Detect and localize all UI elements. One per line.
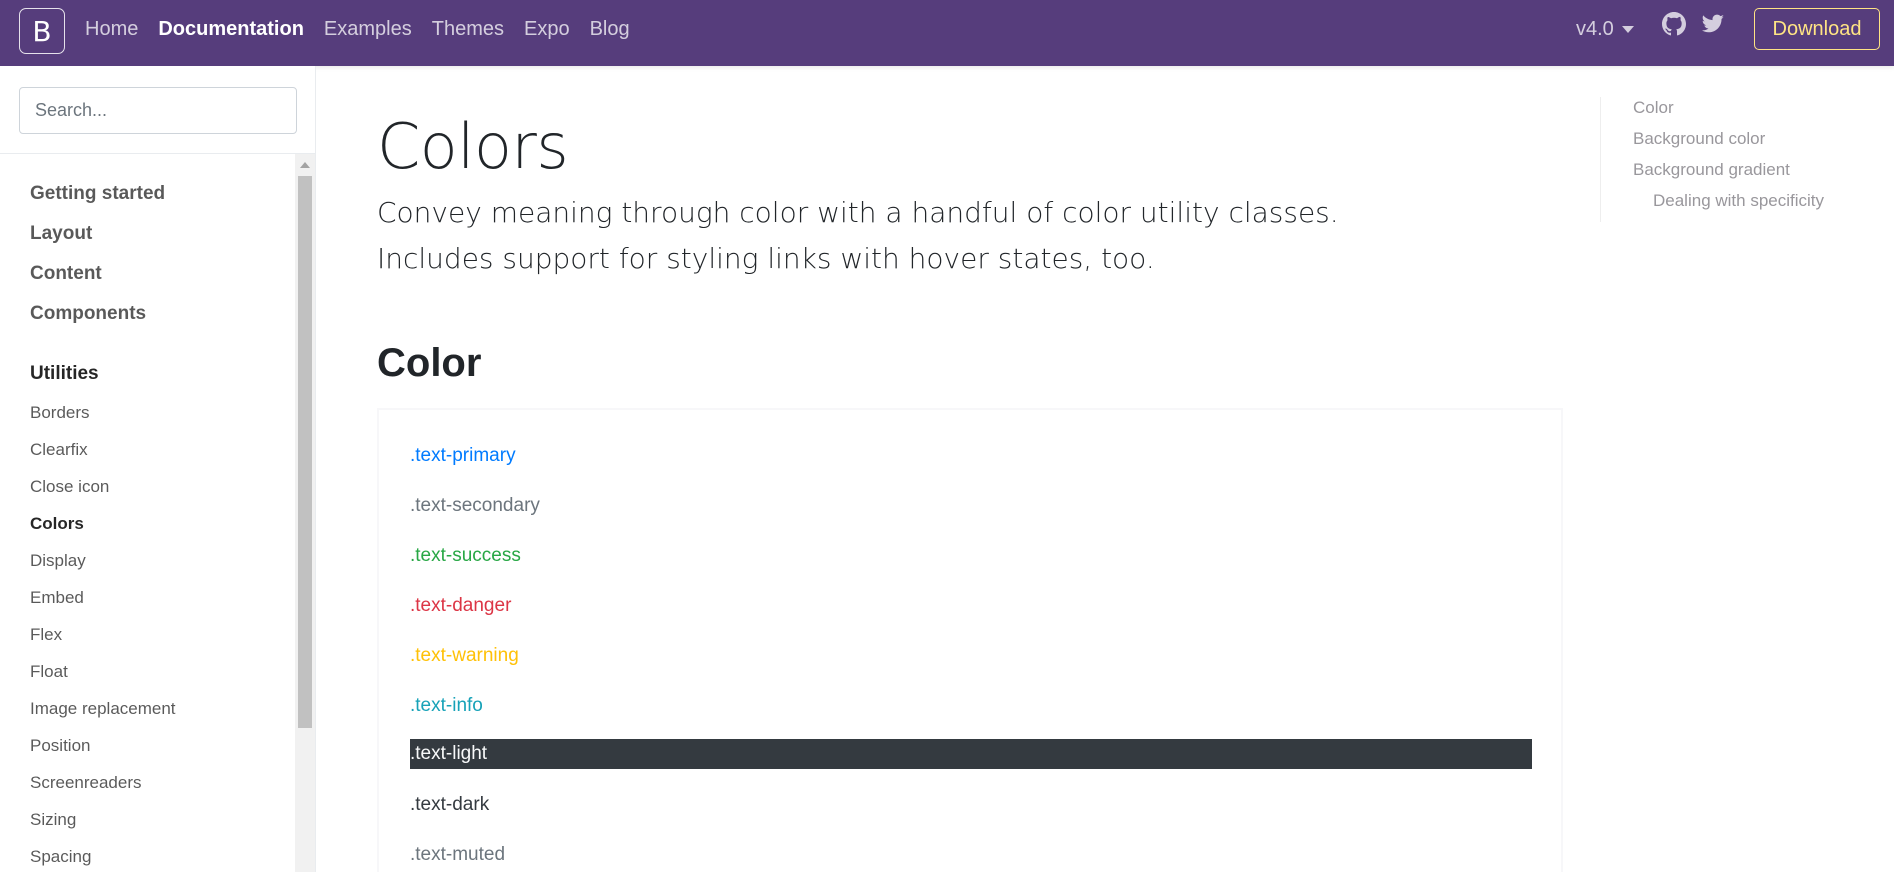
swatch-text-warning: .text-warning	[410, 645, 519, 666]
sidebar-item-flex[interactable]: Flex	[30, 624, 290, 661]
nav-link-examples[interactable]: Examples	[324, 16, 412, 42]
sidebar-item-clearfix[interactable]: Clearfix	[30, 439, 290, 476]
sidebar-nav: Getting started Layout Content Component…	[30, 182, 290, 872]
version-label: v4.0	[1576, 18, 1614, 40]
sidebar-item-close-icon[interactable]: Close icon	[30, 476, 290, 513]
sidebar-group-getting-started[interactable]: Getting started	[30, 182, 290, 222]
page-title: Colors	[377, 110, 569, 183]
docs-sidebar: Getting started Layout Content Component…	[0, 66, 316, 872]
caret-down-icon	[1621, 25, 1634, 33]
swatch-text-success: .text-success	[410, 545, 521, 566]
swatch-text-secondary: .text-secondary	[410, 495, 540, 516]
sidebar-item-spacing[interactable]: Spacing	[30, 846, 290, 872]
sidebar-item-colors[interactable]: Colors	[30, 513, 290, 550]
section-title-color: Color	[377, 341, 482, 385]
sidebar-group-content[interactable]: Content	[30, 262, 290, 302]
toc-link-dealing-with-specificity[interactable]: Dealing with specificity	[1633, 190, 1890, 221]
sidebar-item-sizing[interactable]: Sizing	[30, 809, 290, 846]
sidebar-item-screenreaders[interactable]: Screenreaders	[30, 772, 290, 809]
toc-link-background-color[interactable]: Background color	[1633, 128, 1890, 159]
sidebar-group-components[interactable]: Components	[30, 302, 290, 342]
color-example-box: .text-primary .text-secondary .text-succ…	[377, 408, 1563, 872]
toc-link-color[interactable]: Color	[1633, 97, 1890, 128]
sidebar-item-image-replacement[interactable]: Image replacement	[30, 698, 290, 735]
search-container	[0, 66, 316, 154]
twitter-icon[interactable]	[1701, 12, 1725, 36]
sidebar-item-borders[interactable]: Borders	[30, 402, 290, 439]
github-icon[interactable]	[1662, 12, 1686, 36]
sidebar-group-layout[interactable]: Layout	[30, 222, 290, 262]
swatch-text-danger: .text-danger	[410, 595, 512, 616]
nav-link-themes[interactable]: Themes	[432, 16, 504, 42]
toc-link-background-gradient[interactable]: Background gradient	[1633, 159, 1890, 190]
main-nav: Home Documentation Examples Themes Expo …	[85, 16, 630, 42]
swatch-text-muted: .text-muted	[410, 844, 506, 865]
nav-link-expo[interactable]: Expo	[524, 16, 570, 42]
top-navbar: B Home Documentation Examples Themes Exp…	[0, 0, 1894, 66]
scrollbar-thumb[interactable]	[298, 176, 312, 728]
table-of-contents: Color Background color Background gradie…	[1600, 97, 1890, 222]
sidebar-item-position[interactable]: Position	[30, 735, 290, 772]
swatch-text-primary: .text-primary	[410, 445, 516, 466]
search-input[interactable]	[19, 87, 297, 134]
swatch-text-dark: .text-dark	[410, 794, 490, 815]
sidebar-scrollbar[interactable]	[295, 154, 315, 872]
scroll-up-arrow-icon[interactable]	[300, 162, 310, 168]
nav-link-blog[interactable]: Blog	[590, 16, 630, 42]
nav-link-home[interactable]: Home	[85, 16, 138, 42]
bootstrap-logo[interactable]: B	[19, 8, 65, 54]
sidebar-item-float[interactable]: Float	[30, 661, 290, 698]
page-lead: Convey meaning through color with a hand…	[377, 196, 1339, 275]
download-button[interactable]: Download	[1754, 8, 1880, 50]
swatch-text-light: .text-light	[410, 739, 1532, 769]
nav-link-documentation[interactable]: Documentation	[158, 16, 304, 42]
version-dropdown[interactable]: v4.0	[1576, 16, 1634, 42]
sidebar-group-utilities[interactable]: Utilities	[30, 362, 290, 402]
swatch-text-info: .text-info	[410, 695, 483, 716]
sidebar-item-display[interactable]: Display	[30, 550, 290, 587]
sidebar-item-embed[interactable]: Embed	[30, 587, 290, 624]
